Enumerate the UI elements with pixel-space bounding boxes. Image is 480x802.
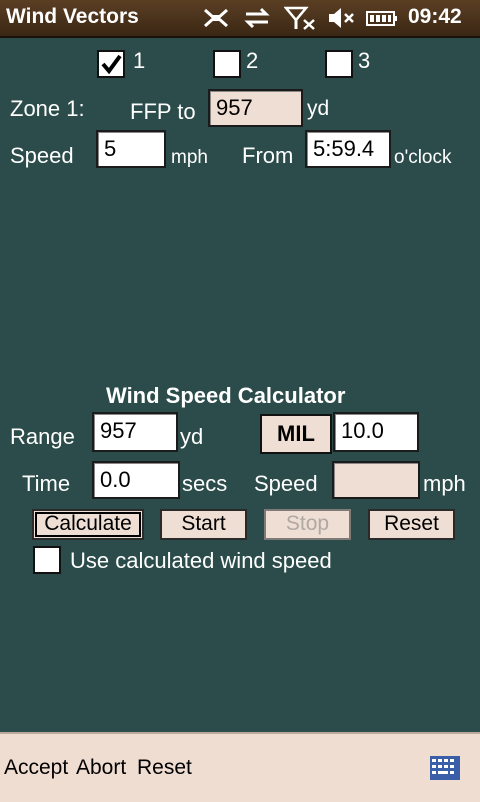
antenna-icon[interactable] [202,6,230,30]
app-title: Wind Vectors [6,5,139,28]
calculate-button[interactable]: Calculate [32,509,144,540]
menu-bar: Accept Abort Reset [0,732,480,802]
calculator-title: Wind Speed Calculator [106,383,346,408]
zone-2-label: 2 [246,48,259,73]
stop-button: Stop [264,509,351,540]
from-field[interactable]: 5:59.4 [305,130,391,168]
reset-menu-item[interactable]: Reset [137,756,192,780]
speed-unit: mph [171,147,208,168]
accept-menu-item[interactable]: Accept [4,756,68,780]
ffp-label: FFP to [130,99,196,124]
ffp-unit: yd [307,97,330,120]
range-label: Range [10,424,75,449]
use-calculated-label: Use calculated wind speed [70,548,332,573]
zone-1-label: 1 [133,48,146,73]
calc-speed-label: Speed [254,471,318,496]
calc-speed-unit: mph [423,471,466,496]
signal-off-icon[interactable] [284,6,316,30]
zone-3-label: 3 [358,48,371,73]
zone-2-checkbox[interactable] [213,50,241,78]
mil-field[interactable]: 10.0 [333,412,419,452]
speed-label: Speed [10,143,74,168]
ffp-field[interactable]: 957 [208,89,303,127]
range-unit: yd [180,424,204,449]
time-field[interactable]: 0.0 [92,461,180,499]
from-label: From [242,143,294,168]
keyboard-icon[interactable] [430,756,460,780]
battery-icon[interactable] [366,6,398,30]
range-field[interactable]: 957 [92,412,178,452]
mil-button[interactable]: MIL [260,414,332,454]
time-label: Time [22,471,71,496]
zone-1-checkbox[interactable] [97,50,125,78]
speaker-muted-icon[interactable] [326,6,356,30]
from-unit: o'clock [394,147,452,168]
calc-speed-field[interactable] [332,461,420,499]
title-bar: Wind Vectors 09:42 [0,0,480,38]
reset-button[interactable]: Reset [368,509,455,540]
speed-field[interactable]: 5 [96,130,166,168]
time-unit: secs [182,471,228,496]
start-button[interactable]: Start [160,509,247,540]
use-calculated-checkbox[interactable] [33,546,61,574]
clock: 09:42 [408,5,462,28]
zone-label: Zone 1: [10,96,85,121]
abort-menu-item[interactable]: Abort [76,756,126,780]
checkmark-icon [101,54,122,75]
zone-3-checkbox[interactable] [325,50,353,78]
sync-arrows-icon[interactable] [242,6,272,30]
